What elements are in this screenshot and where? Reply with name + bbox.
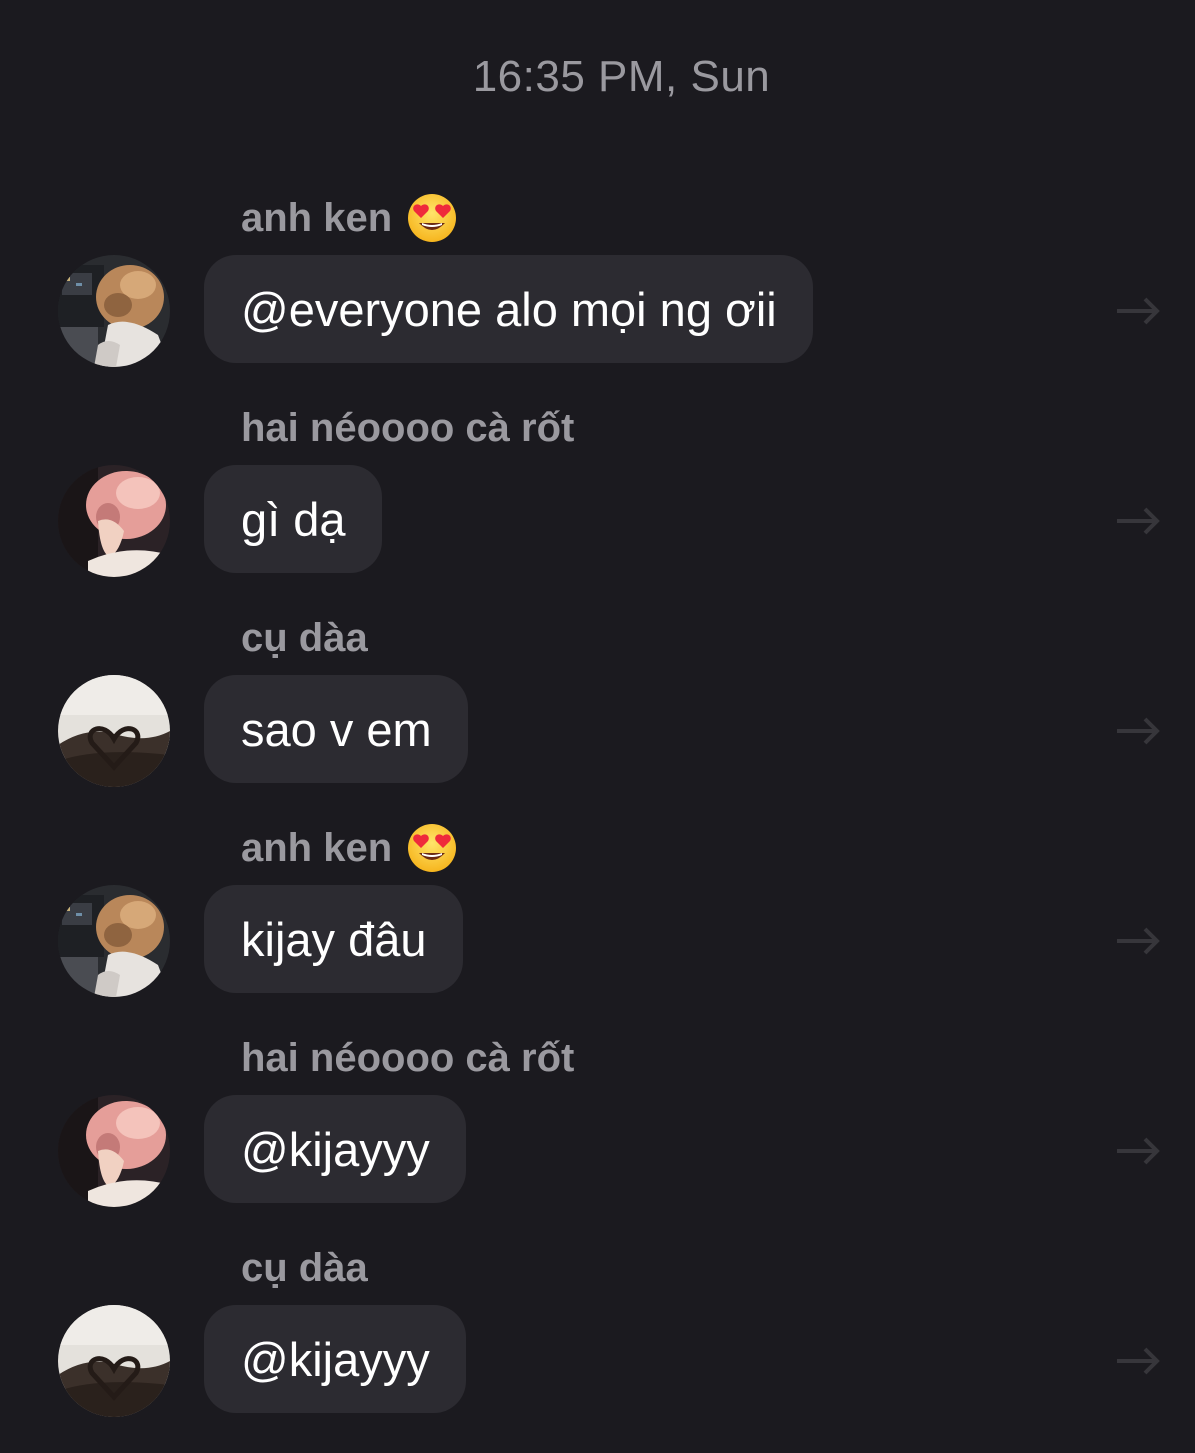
message-row: anh ken @everyone alo mọi ng ơii [0,193,1195,403]
message-text: @kijayyy [241,1332,430,1386]
sender-name-row: hai néoooo cà rốt [241,1033,574,1083]
sender-name: cụ dàa [241,615,368,660]
message-text: sao v em [241,702,432,756]
share-arrow-icon[interactable] [1115,501,1165,541]
avatar-hai-neoooo[interactable] [58,465,170,577]
sender-name: hai néoooo cà rốt [241,1035,575,1080]
message-row: anh ken kijay đâu [0,823,1195,1033]
heart-eyes-emoji-icon [408,824,457,872]
sender-name: anh ken [241,825,393,870]
share-arrow-icon[interactable] [1115,1341,1165,1381]
avatar-cu-daa[interactable] [58,675,170,787]
sender-name: anh ken [241,195,393,240]
sender-name-row: cụ dàa [241,1243,368,1293]
share-arrow-icon[interactable] [1115,711,1165,751]
avatar-anh-ken[interactable] [58,885,170,997]
sender-name-row: hai néoooo cà rốt [241,403,574,453]
share-arrow-icon[interactable] [1115,291,1165,331]
message-row: cụ dàa sao v em [0,613,1195,823]
message-text: gì dạ [241,492,346,546]
message-bubble[interactable]: @everyone alo mọi ng ơii [204,255,813,363]
message-bubble[interactable]: @kijayyy [204,1095,466,1203]
sender-name-row: cụ dàa [241,613,368,663]
message-bubble[interactable]: gì dạ [204,465,382,573]
sender-name: cụ dàa [241,1245,368,1290]
message-bubble[interactable]: kijay đâu [204,885,463,993]
message-row: hai néoooo cà rốt gì dạ [0,403,1195,613]
message-text: kijay đâu [241,912,427,966]
message-row: cụ dàa @kijayyy [0,1243,1195,1453]
heart-eyes-emoji-icon [408,194,457,242]
message-row: hai néoooo cà rốt @kijayyy [0,1033,1195,1243]
avatar-cu-daa[interactable] [58,1305,170,1417]
message-bubble[interactable]: sao v em [204,675,468,783]
share-arrow-icon[interactable] [1115,1131,1165,1171]
message-text: @kijayyy [241,1122,430,1176]
sender-name: hai néoooo cà rốt [241,405,575,450]
message-bubble[interactable]: @kijayyy [204,1305,466,1413]
chat-timestamp: 16:35 PM, Sun [472,52,771,101]
share-arrow-icon[interactable] [1115,921,1165,961]
sender-name-row: anh ken [241,193,458,243]
avatar-hai-neoooo[interactable] [58,1095,170,1207]
sender-name-row: anh ken [241,823,458,873]
message-text: @everyone alo mọi ng ơii [241,282,777,336]
avatar-anh-ken[interactable] [58,255,170,367]
